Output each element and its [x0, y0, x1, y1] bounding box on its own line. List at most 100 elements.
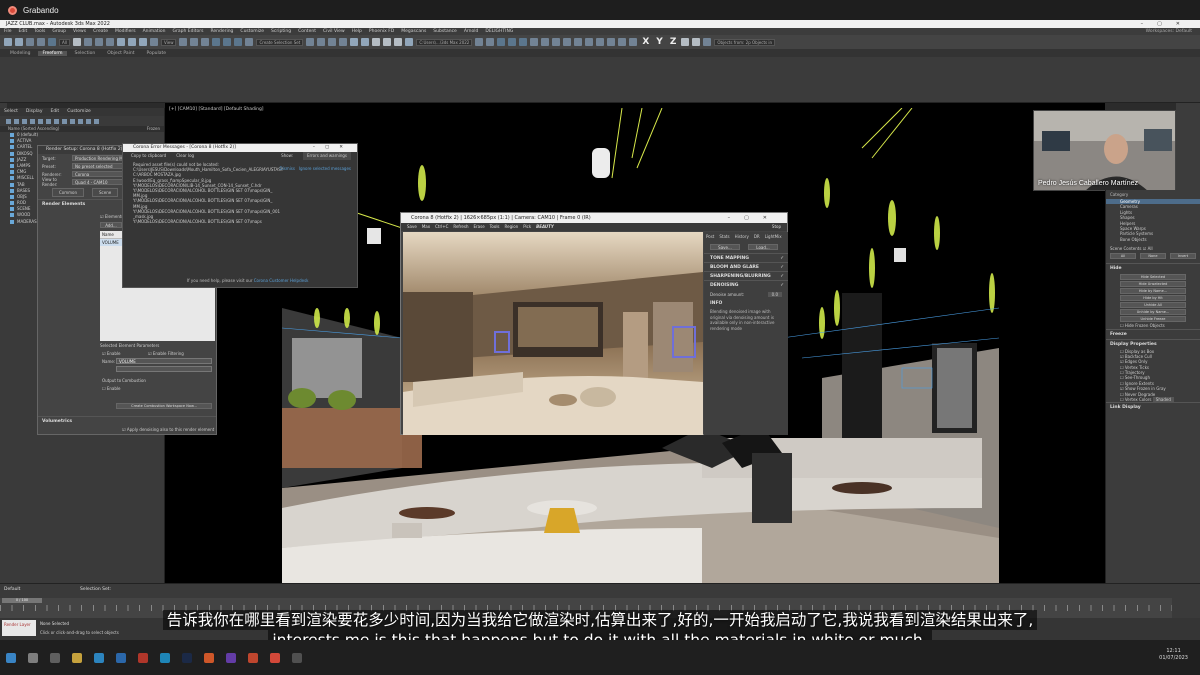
tab-common[interactable]: Common: [52, 188, 85, 197]
enable-filtering-check[interactable]: ☑ Enable Filtering: [148, 351, 184, 356]
unlink-icon[interactable]: [37, 38, 45, 46]
link-display-rollout[interactable]: Link Display: [1106, 402, 1200, 412]
freeze-rollout[interactable]: Freeze: [1106, 328, 1200, 339]
select-invert-button[interactable]: Invert: [1170, 253, 1196, 260]
edge-icon[interactable]: [94, 652, 104, 663]
helpdesk-link[interactable]: Corona Customer Helpdesk: [254, 278, 309, 283]
corona-icon[interactable]: [497, 38, 506, 46]
corona-proxy-icon[interactable]: [552, 38, 561, 46]
menu-content[interactable]: Content: [298, 28, 316, 35]
vfb-pass-dropdown[interactable]: BEAUTY: [536, 223, 554, 231]
clear-log-button[interactable]: Clear log: [176, 152, 194, 160]
menu-views[interactable]: Views: [73, 28, 86, 35]
hide-selected-button[interactable]: Hide Selected: [1120, 274, 1186, 281]
select-manipulate-icon[interactable]: [190, 38, 199, 46]
enable2-check[interactable]: ☐ Enable: [102, 386, 120, 391]
ribbon-tab-freeform[interactable]: Freeform: [38, 50, 67, 56]
viewport-selector[interactable]: C:Users\...\3ds Max 2022: [416, 38, 473, 46]
vfb-window-controls[interactable]: –▢✕: [728, 213, 781, 223]
window-crossing-icon[interactable]: [105, 38, 114, 46]
corona-light-icon[interactable]: [519, 38, 528, 46]
vfb-pick-button[interactable]: Pick: [523, 223, 531, 231]
rotate-icon[interactable]: [127, 38, 136, 46]
select-none-button[interactable]: None: [1140, 253, 1166, 260]
corona-decal-icon[interactable]: [574, 38, 583, 46]
time-slider[interactable]: 0 / 100: [2, 598, 42, 603]
start-icon[interactable]: [6, 652, 16, 663]
copy-clipboard-button[interactable]: Copy to clipboard: [131, 152, 166, 160]
sx-menu-select[interactable]: Select: [4, 108, 18, 116]
error-dialog-titlebar[interactable]: Corona Error Messages - [Corona 8 (Hotfi…: [123, 144, 357, 152]
percent-snap-icon[interactable]: [234, 38, 243, 46]
firefox-icon[interactable]: [204, 652, 214, 663]
scale-icon[interactable]: [138, 38, 147, 46]
app-icon[interactable]: [226, 652, 236, 663]
corona-converter-icon[interactable]: [607, 38, 616, 46]
denoise-check[interactable]: ☑ Apply denoising also to this render el…: [122, 427, 214, 432]
objects-from-field[interactable]: Objects from: 2p Objects in: [714, 38, 776, 46]
menu-arnold[interactable]: Arnold: [464, 28, 479, 35]
move-icon[interactable]: [116, 38, 125, 46]
corona-lister-icon[interactable]: [618, 38, 627, 46]
folder-icon[interactable]: [475, 38, 484, 46]
menu-megascans[interactable]: Megascans: [401, 28, 426, 35]
tab-history[interactable]: History: [735, 234, 749, 239]
tab-dr[interactable]: DR: [754, 234, 760, 239]
volumetrics-rollout[interactable]: Volumetrics: [38, 416, 216, 426]
filter-geometry-icon[interactable]: [6, 118, 11, 124]
corona-camera-icon[interactable]: [530, 38, 539, 46]
layer-explorer-icon[interactable]: [328, 38, 337, 46]
menu-animation[interactable]: Animation: [143, 28, 166, 35]
select-all-button[interactable]: All: [1110, 253, 1136, 260]
select-object-icon[interactable]: [72, 38, 81, 46]
app-icon[interactable]: [270, 652, 280, 663]
ribbon-tab-modeling[interactable]: Modeling: [6, 51, 34, 56]
angle-snap-icon[interactable]: [223, 38, 232, 46]
error-dialog-controls[interactable]: –▢✕: [313, 144, 353, 152]
rendered-image[interactable]: [403, 232, 703, 435]
save-icon[interactable]: [486, 38, 495, 46]
scene-contents-all[interactable]: All: [1148, 246, 1153, 251]
corona-toolbox-icon[interactable]: [629, 38, 638, 46]
post-save-button[interactable]: Save...: [710, 244, 740, 250]
filter-warps-icon[interactable]: [46, 118, 51, 124]
select-by-name-icon[interactable]: [83, 38, 92, 46]
menu-file[interactable]: File: [4, 28, 12, 35]
bind-spacewarp-icon[interactable]: [48, 38, 56, 46]
vfb-ctrlc-button[interactable]: Ctrl+C: [435, 223, 448, 231]
dismiss-link[interactable]: Dismiss Ignore selected messages: [280, 166, 352, 171]
filter-all-icon[interactable]: [78, 118, 83, 124]
denoise-amount-field[interactable]: 0.0: [767, 292, 782, 297]
bloom-glare-rollout[interactable]: BLOOM AND GLARE: [704, 262, 788, 272]
sx-menu-edit[interactable]: Edit: [50, 108, 59, 116]
corona-scatter-icon[interactable]: [563, 38, 572, 46]
filter-helpers-icon[interactable]: [38, 118, 43, 124]
menu-rendering[interactable]: Rendering: [210, 28, 233, 35]
clock[interactable]: 12:11 01/07/2023: [1159, 648, 1188, 662]
vfb-tools-button[interactable]: Tools: [490, 223, 500, 231]
menu-phoenix[interactable]: Phoenix FD: [369, 28, 394, 35]
yz-plane-icon[interactable]: [692, 38, 701, 46]
tab-stats[interactable]: Stats: [719, 234, 729, 239]
spinner-snap-icon[interactable]: [245, 38, 254, 46]
ribbon-tab-selection[interactable]: Selection: [71, 51, 100, 56]
task-view-icon[interactable]: [50, 652, 60, 663]
photoshop-icon[interactable]: [182, 652, 192, 663]
vfb-titlebar[interactable]: Corona 8 (Hotfix 2) | 1626×685px (1:1) |…: [401, 213, 787, 223]
render-production-icon[interactable]: [405, 38, 414, 46]
align-icon[interactable]: [317, 38, 326, 46]
create-combustion-button[interactable]: Create Combustion Workspace Now...: [116, 403, 212, 409]
place-icon[interactable]: [149, 38, 158, 46]
vfb-stop-button[interactable]: Stop: [772, 223, 781, 231]
unhide-by-name-button[interactable]: Unhide by Name...: [1120, 309, 1186, 316]
corona-interactive-icon[interactable]: [508, 38, 517, 46]
selection-set-label[interactable]: Selection Set:: [80, 587, 111, 592]
filter-none-icon[interactable]: [86, 118, 91, 124]
workspaces-label[interactable]: Workspaces: Default: [1146, 28, 1200, 35]
corona-sun-icon[interactable]: [541, 38, 550, 46]
filter-shapes-icon[interactable]: [14, 118, 19, 124]
3dsmax-icon[interactable]: [160, 652, 170, 663]
material-editor-icon[interactable]: [372, 38, 381, 46]
corona-material-icon[interactable]: [596, 38, 605, 46]
vfb-refresh-button[interactable]: Refresh: [453, 223, 468, 231]
